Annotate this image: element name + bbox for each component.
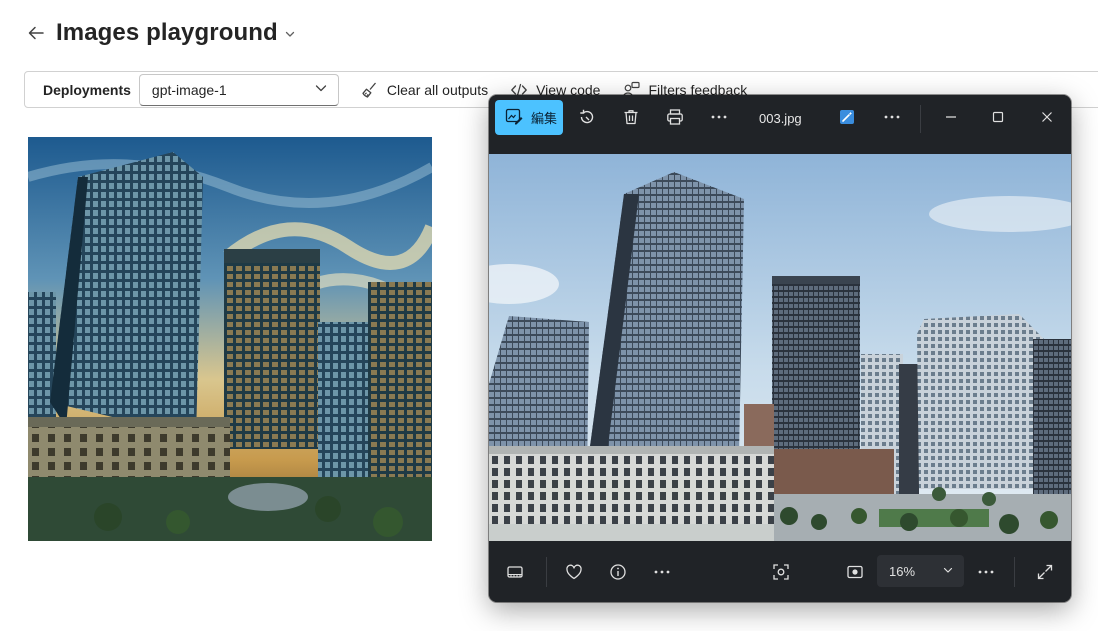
chevron-down-icon bbox=[942, 564, 954, 579]
city-photo bbox=[489, 154, 1071, 541]
more-icon[interactable] bbox=[646, 556, 678, 588]
clear-all-outputs-label: Clear all outputs bbox=[386, 81, 489, 98]
zoom-select[interactable]: 16% bbox=[877, 555, 964, 587]
bottombar-divider bbox=[1014, 557, 1015, 587]
more-icon[interactable] bbox=[970, 556, 1002, 588]
viewer-photo[interactable] bbox=[489, 154, 1071, 541]
maximize-icon[interactable] bbox=[982, 101, 1014, 133]
deployment-select-value: gpt-image-1 bbox=[151, 81, 227, 98]
edit-image-label: 編集 bbox=[531, 111, 558, 126]
page-header: Images playground bbox=[24, 16, 298, 50]
viewer-filename: 003.jpg bbox=[759, 111, 802, 126]
chevron-down-icon bbox=[314, 81, 328, 98]
print-icon[interactable] bbox=[659, 101, 691, 133]
crop-focus-icon[interactable] bbox=[765, 556, 797, 588]
filmstrip-icon[interactable] bbox=[499, 556, 531, 588]
broom-icon bbox=[361, 81, 379, 99]
wand-icon[interactable] bbox=[831, 101, 863, 133]
titlebar-divider bbox=[920, 105, 921, 133]
fullscreen-icon[interactable] bbox=[1029, 556, 1061, 588]
minimize-icon[interactable] bbox=[935, 101, 967, 133]
edit-image-button[interactable]: 編集 bbox=[495, 100, 563, 135]
viewer-titlebar: 編集 003.jpg bbox=[489, 95, 1071, 154]
bottombar-divider bbox=[546, 557, 547, 587]
heart-icon[interactable] bbox=[558, 556, 590, 588]
more-icon[interactable] bbox=[876, 101, 908, 133]
trash-icon[interactable] bbox=[615, 101, 647, 133]
clear-all-outputs-button[interactable]: Clear all outputs bbox=[361, 74, 488, 106]
more-icon[interactable] bbox=[703, 101, 735, 133]
generated-image[interactable] bbox=[28, 137, 432, 541]
viewer-bottombar: 16% bbox=[489, 541, 1071, 602]
deployments-label: Deployments bbox=[43, 81, 131, 98]
actual-size-icon[interactable] bbox=[839, 556, 871, 588]
chevron-down-icon[interactable] bbox=[284, 27, 298, 41]
arrow-left-icon[interactable] bbox=[24, 21, 48, 45]
generated-painting bbox=[28, 137, 432, 541]
image-edit-icon bbox=[505, 107, 523, 128]
page-title: Images playground bbox=[56, 19, 278, 46]
close-icon[interactable] bbox=[1031, 101, 1063, 133]
photo-viewer-window: 編集 003.jpg 16% bbox=[489, 95, 1071, 602]
info-icon[interactable] bbox=[602, 556, 634, 588]
zoom-value: 16% bbox=[889, 563, 916, 579]
deployment-select[interactable]: gpt-image-1 bbox=[138, 73, 339, 106]
rotate-icon[interactable] bbox=[571, 101, 603, 133]
